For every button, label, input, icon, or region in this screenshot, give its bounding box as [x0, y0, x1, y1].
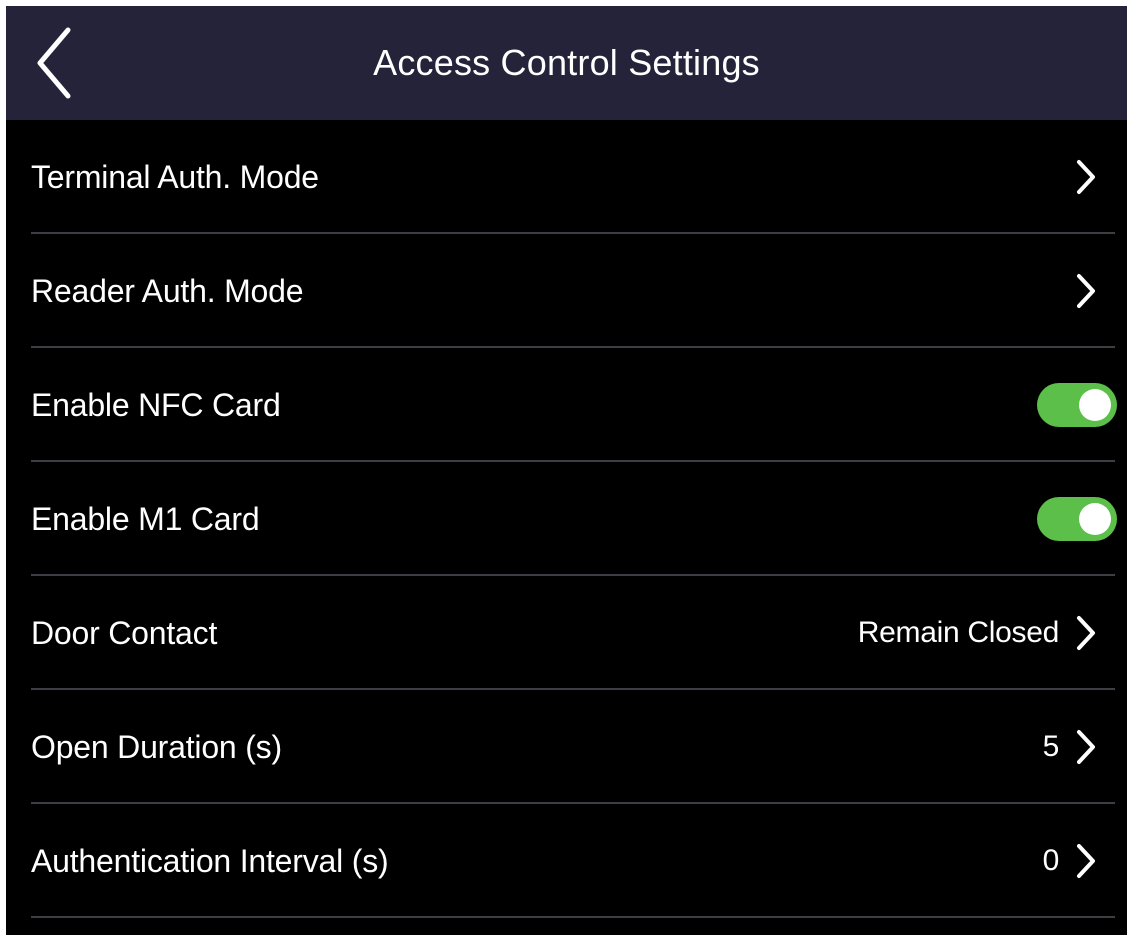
setting-authentication-interval[interactable]: Authentication Interval (s) 0 [6, 804, 1127, 918]
chevron-right-icon[interactable] [1075, 614, 1097, 652]
setting-door-contact[interactable]: Door Contact Remain Closed [6, 576, 1127, 690]
access-control-settings-screen: Access Control Settings Terminal Auth. M… [6, 6, 1127, 935]
setting-enable-m1-card: Enable M1 Card [6, 462, 1127, 576]
toggle-knob [1079, 389, 1111, 421]
setting-open-duration[interactable]: Open Duration (s) 5 [6, 690, 1127, 804]
chevron-right-icon[interactable] [1075, 842, 1097, 880]
setting-control: 5 [1043, 690, 1097, 804]
m1-card-toggle[interactable] [1037, 497, 1117, 541]
setting-control: Remain Closed [858, 576, 1097, 690]
chevron-right-icon[interactable] [1075, 728, 1097, 766]
chevron-right-icon[interactable] [1075, 272, 1097, 310]
setting-control: 0 [1043, 804, 1097, 918]
setting-value: Remain Closed [857, 616, 1060, 649]
setting-terminal-auth-mode[interactable]: Terminal Auth. Mode [6, 120, 1127, 234]
setting-enable-nfc-card: Enable NFC Card [6, 348, 1127, 462]
nfc-card-toggle[interactable] [1037, 383, 1117, 427]
setting-label: Reader Auth. Mode [31, 273, 304, 309]
setting-value: 5 [1042, 730, 1060, 763]
setting-label: Door Contact [31, 615, 218, 651]
setting-control [1037, 462, 1117, 576]
page-title: Access Control Settings [373, 42, 760, 83]
chevron-right-icon[interactable] [1075, 158, 1097, 196]
setting-control [1037, 348, 1117, 462]
setting-value: 0 [1042, 844, 1060, 877]
divider [31, 916, 1115, 918]
setting-label: Authentication Interval (s) [31, 843, 389, 879]
setting-control [1059, 120, 1097, 234]
setting-label: Terminal Auth. Mode [31, 159, 319, 195]
setting-control [1059, 234, 1097, 348]
setting-label: Enable M1 Card [31, 501, 260, 537]
setting-label: Enable NFC Card [31, 387, 281, 423]
toggle-knob [1079, 503, 1111, 535]
settings-list: Terminal Auth. Mode Reader Auth. Mode En… [6, 120, 1127, 918]
setting-label: Open Duration (s) [31, 729, 282, 765]
header-bar: Access Control Settings [6, 6, 1127, 120]
setting-reader-auth-mode[interactable]: Reader Auth. Mode [6, 234, 1127, 348]
